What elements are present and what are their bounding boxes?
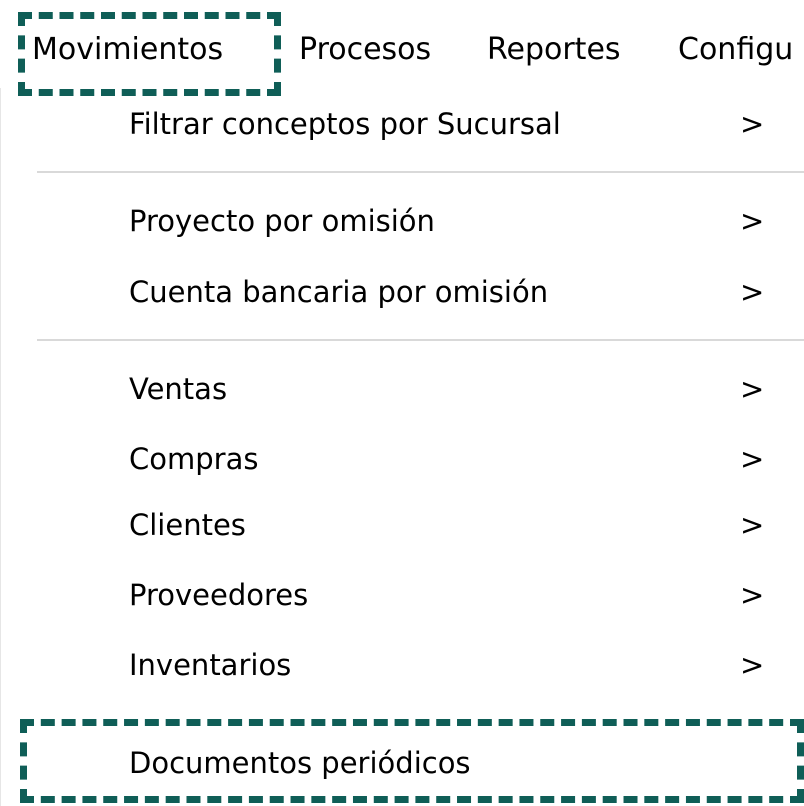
menu-item-label: Cuenta bancaria por omisión [129,275,549,309]
menu-item-documentos-periodicos[interactable]: Documentos periódicos [1,733,804,795]
chevron-right-icon: > [740,204,765,238]
menu-item-inventarios[interactable]: Inventarios > [1,635,804,697]
menu-item-label: Ventas [129,372,228,406]
menu-separator [37,339,804,341]
menu-item-proveedores[interactable]: Proveedores > [1,565,804,627]
chevron-right-icon: > [740,578,765,612]
menubar-item-configuracion[interactable]: Configu [678,30,793,70]
menu-item-cuenta-bancaria-por-omision[interactable]: Cuenta bancaria por omisión > [1,262,804,324]
menu-item-label: Clientes [129,508,246,542]
menu-item-label: Documentos periódicos [129,746,471,780]
menu-item-label: Proyecto por omisión [129,204,435,238]
menu-item-label: Compras [129,442,259,476]
menu-item-compras[interactable]: Compras > [1,429,804,491]
chevron-right-icon: > [740,508,765,542]
menu-item-label: Inventarios [129,648,292,682]
menu-item-label: Filtrar conceptos por Sucursal [129,107,561,141]
chevron-right-icon: > [740,372,765,406]
menu-separator [37,171,804,173]
menubar-item-reportes[interactable]: Reportes [487,30,621,70]
chevron-right-icon: > [740,648,765,682]
menu-item-ventas[interactable]: Ventas > [1,359,804,421]
menu-item-label: Proveedores [129,578,309,612]
menubar-item-procesos[interactable]: Procesos [299,30,431,70]
movimientos-dropdown-menu: Filtrar conceptos por Sucursal > Proyect… [0,88,804,806]
menubar: Movimientos Procesos Reportes Configu [0,0,804,88]
menu-item-filtrar-conceptos-por-sucursal[interactable]: Filtrar conceptos por Sucursal > [1,94,804,156]
chevron-right-icon: > [740,275,765,309]
menu-item-proyecto-por-omision[interactable]: Proyecto por omisión > [1,191,804,253]
chevron-right-icon: > [740,107,765,141]
menu-item-clientes[interactable]: Clientes > [1,495,804,557]
chevron-right-icon: > [740,442,765,476]
application-window: Movimientos Procesos Reportes Configu Fi… [0,0,804,806]
menubar-item-movimientos[interactable]: Movimientos [32,30,223,70]
